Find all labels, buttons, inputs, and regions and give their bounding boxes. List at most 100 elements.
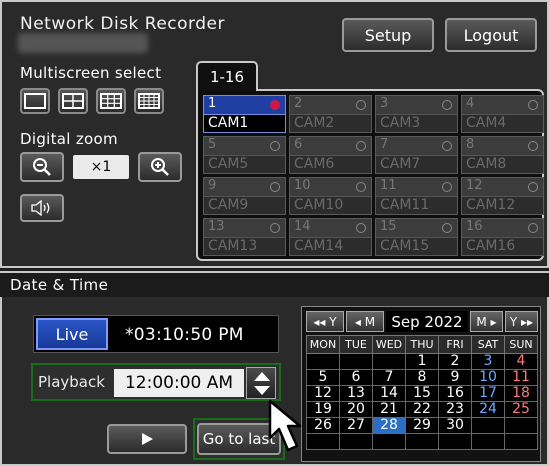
prev-year-button[interactable]: ◂◂ Y [306, 311, 344, 332]
camera-tile[interactable]: 7 CAM7 [375, 136, 458, 174]
calendar-day[interactable]: 29 [405, 417, 439, 434]
app-title: Network Disk Recorder [20, 14, 225, 34]
spin-down-icon[interactable] [254, 386, 270, 395]
calendar-day[interactable]: 23 [438, 401, 472, 418]
calendar-day [504, 417, 538, 434]
calendar-day[interactable]: 18 [504, 385, 538, 402]
calendar-day[interactable]: 16 [438, 385, 472, 402]
camera-tile[interactable]: 16 CAM16 [461, 218, 544, 256]
tab-1-16[interactable]: 1-16 [196, 61, 258, 91]
record-status-icon [270, 223, 280, 233]
calendar-day[interactable]: 9 [438, 369, 472, 386]
camera-number: 7 [380, 137, 389, 152]
camera-tile[interactable]: 3 CAM3 [375, 95, 458, 133]
calendar-day[interactable]: 27 [339, 417, 373, 434]
camera-number: 5 [208, 137, 217, 152]
weekday-header: SAT [471, 335, 505, 354]
camera-tile[interactable]: 15 CAM15 [375, 218, 458, 256]
calendar-day[interactable]: 7 [372, 369, 406, 386]
weekday-header: SUN [504, 335, 538, 354]
setup-button[interactable]: Setup [342, 18, 434, 52]
next-month-button[interactable]: M ▸ [470, 311, 503, 332]
camera-number: 1 [208, 96, 217, 111]
playback-time-field[interactable]: 12:00:00 AM [114, 369, 244, 397]
record-status-icon [270, 100, 280, 110]
layout-9-button[interactable] [96, 88, 126, 114]
calendar-day [339, 353, 373, 370]
calendar-day[interactable]: 5 [306, 369, 340, 386]
camera-tile[interactable]: 11 CAM11 [375, 177, 458, 215]
camera-number: 11 [380, 178, 397, 193]
calendar-day[interactable]: 21 [372, 401, 406, 418]
calendar-day[interactable]: 6 [339, 369, 373, 386]
next-year-button[interactable]: Y ▸▸ [505, 311, 538, 332]
multiscreen-label: Multiscreen select [20, 64, 162, 82]
live-button[interactable]: Live [36, 318, 108, 350]
digital-zoom-label: Digital zoom [20, 130, 118, 148]
camera-tile[interactable]: 6 CAM6 [289, 136, 372, 174]
camera-number: 8 [466, 137, 475, 152]
calendar-day[interactable]: 24 [471, 401, 505, 418]
camera-tile[interactable]: 13 CAM13 [203, 218, 286, 256]
calendar-day[interactable]: 17 [471, 385, 505, 402]
camera-tile[interactable]: 8 CAM8 [461, 136, 544, 174]
record-status-icon [528, 100, 538, 110]
calendar-day [372, 433, 406, 450]
camera-tile[interactable]: 2 CAM2 [289, 95, 372, 133]
zoom-level-value: ×1 [73, 155, 129, 179]
datetime-label: Date & Time [10, 276, 109, 294]
camera-name: CAM8 [462, 155, 543, 173]
calendar-day[interactable]: 30 [438, 417, 472, 434]
calendar-day[interactable]: 4 [504, 353, 538, 370]
audio-button[interactable] [20, 194, 64, 222]
live-time: *03:10:50 PM [125, 325, 244, 345]
prev-month-button[interactable]: ◂ M [346, 311, 384, 332]
camera-number: 3 [380, 96, 389, 111]
record-status-icon [356, 182, 366, 192]
calendar-day[interactable]: 11 [504, 369, 538, 386]
calendar-nav: ◂◂ Y ◂ M Sep 2022 M ▸ Y ▸▸ [306, 311, 538, 332]
camera-name: CAM13 [204, 237, 285, 255]
calendar-day[interactable]: 13 [339, 385, 373, 402]
weekday-header: FRI [438, 335, 472, 354]
logout-button[interactable]: Logout [445, 18, 537, 52]
calendar-day[interactable]: 25 [504, 401, 538, 418]
zoom-out-button[interactable] [20, 152, 64, 182]
calendar-day[interactable]: 28 [372, 417, 406, 434]
layout-16-button[interactable] [134, 88, 164, 114]
calendar-day[interactable]: 20 [339, 401, 373, 418]
zoom-in-icon [151, 158, 169, 176]
camera-number: 10 [294, 178, 311, 193]
layout-4-button[interactable] [58, 88, 88, 114]
record-status-icon [356, 141, 366, 151]
camera-name: CAM2 [290, 114, 371, 132]
camera-tile[interactable]: 10 CAM10 [289, 177, 372, 215]
calendar-day[interactable]: 8 [405, 369, 439, 386]
zoom-in-button[interactable] [138, 152, 182, 182]
camera-tile[interactable]: 1 CAM1 [203, 95, 286, 133]
play-button[interactable] [107, 424, 187, 454]
camera-tile[interactable]: 14 CAM14 [289, 218, 372, 256]
calendar-day[interactable]: 3 [471, 353, 505, 370]
record-status-icon [356, 223, 366, 233]
camera-name: CAM1 [204, 114, 285, 132]
camera-number: 13 [208, 219, 225, 234]
calendar-day[interactable]: 10 [471, 369, 505, 386]
camera-tile[interactable]: 12 CAM12 [461, 177, 544, 215]
spin-up-icon[interactable] [254, 372, 270, 381]
record-status-icon [528, 182, 538, 192]
camera-number: 12 [466, 178, 483, 193]
time-spinner[interactable] [246, 367, 276, 399]
calendar-day[interactable]: 15 [405, 385, 439, 402]
calendar-day[interactable]: 22 [405, 401, 439, 418]
camera-tile[interactable]: 9 CAM9 [203, 177, 286, 215]
calendar-day[interactable]: 14 [372, 385, 406, 402]
calendar-body: 1 2 3 4 5 6 7 8 9 10 11 12 13 14 15 16 17 18 19 20 21 22 23 24 2… [306, 353, 538, 450]
calendar-day[interactable]: 2 [438, 353, 472, 370]
camera-tile[interactable]: 4 CAM4 [461, 95, 544, 133]
camera-name: CAM10 [290, 196, 371, 214]
camera-tile[interactable]: 5 CAM5 [203, 136, 286, 174]
calendar-day[interactable]: 1 [405, 353, 439, 370]
layout-1-button[interactable] [20, 88, 50, 114]
record-status-icon [270, 182, 280, 192]
